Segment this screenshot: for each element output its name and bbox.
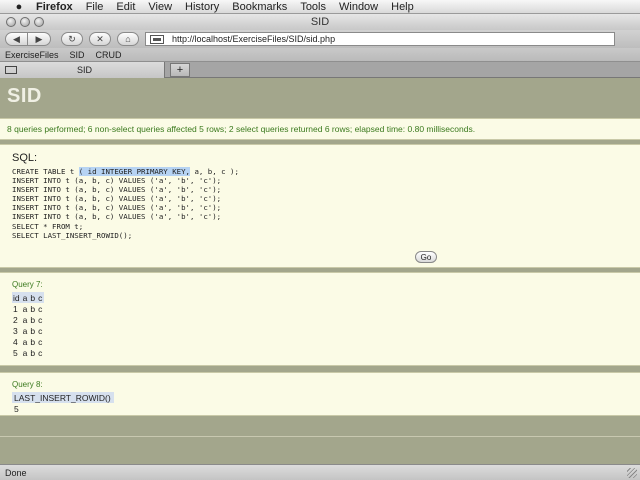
window-title: SID	[310, 16, 330, 28]
back-arrow-icon: ◀	[13, 33, 20, 44]
tab-strip: SID +	[0, 62, 640, 78]
table-cell: a	[22, 314, 28, 325]
table-cell: c	[38, 336, 43, 347]
sql-line: INSERT INTO t (a, b, c) VALUES ('a', 'b'…	[12, 176, 222, 186]
table-cell: 1	[13, 303, 18, 314]
back-forward-group: ◀ ▶	[5, 32, 51, 46]
table-cell: 2	[13, 314, 18, 325]
query-7-result-panel: Query 7: id a b c 1 a b c 2 a b c 3 a b …	[0, 272, 640, 366]
reload-button[interactable]: ↻	[61, 32, 83, 46]
table-header-row: id a b c	[12, 292, 45, 303]
table-row: 3 a b c	[12, 325, 44, 336]
query-8-label: Query 8:	[12, 380, 43, 389]
query-8-table: LAST_INSERT_ROWID() 5	[12, 392, 114, 414]
url-bar[interactable]: http://localhost/ExerciseFiles/SID/sid.p…	[145, 32, 615, 46]
page-content: SID 8 queries performed; 6 non-select qu…	[0, 78, 640, 464]
new-tab-button[interactable]: +	[170, 63, 190, 77]
sql-line: INSERT INTO t (a, b, c) VALUES ('a', 'b'…	[12, 194, 222, 204]
menu-help[interactable]: Help	[391, 1, 414, 13]
table-header-row: LAST_INSERT_ROWID()	[12, 392, 114, 403]
menu-firefox[interactable]: Firefox	[36, 1, 73, 13]
table-row: 5	[12, 403, 114, 414]
query-7-table: id a b c 1 a b c 2 a b c 3 a b c 4 a b c…	[12, 292, 45, 358]
column-header: b	[29, 292, 38, 303]
menu-window[interactable]: Window	[339, 1, 378, 13]
sql-line: INSERT INTO t (a, b, c) VALUES ('a', 'b'…	[12, 185, 222, 195]
menu-tools[interactable]: Tools	[300, 1, 326, 13]
sql-line: INSERT INTO t (a, b, c) VALUES ('a', 'b'…	[12, 212, 222, 222]
query-7-label: Query 7:	[12, 280, 43, 289]
table-cell: c	[38, 347, 43, 358]
column-header: id	[12, 292, 22, 303]
sql-panel: SQL: CREATE TABLE t ( id INTEGER PRIMARY…	[0, 144, 640, 268]
table-cell: a	[22, 336, 28, 347]
url-text[interactable]: http://localhost/ExerciseFiles/SID/sid.p…	[172, 34, 335, 44]
back-button[interactable]: ◀	[5, 32, 28, 46]
bookmarks-toolbar: ExerciseFiles SID CRUD	[0, 48, 640, 62]
table-row: 5 a b c	[12, 347, 44, 358]
page-title: SID	[7, 85, 42, 107]
resize-grip-icon[interactable]	[627, 468, 637, 478]
plus-icon: +	[176, 64, 184, 76]
sql-textarea[interactable]: CREATE TABLE t ( id INTEGER PRIMARY KEY,…	[12, 167, 239, 240]
table-cell: c	[38, 303, 43, 314]
menu-file[interactable]: File	[86, 1, 104, 13]
table-cell: a	[22, 347, 28, 358]
apple-icon[interactable]: ●	[12, 1, 26, 13]
table-row: 1 a b c	[12, 303, 44, 314]
home-button[interactable]: ⌂	[117, 32, 139, 46]
table-row: 4 a b c	[12, 336, 44, 347]
sql-label: SQL:	[12, 152, 38, 164]
bookmark-exercisefiles[interactable]: ExerciseFiles	[5, 50, 59, 60]
sql-line: INSERT INTO t (a, b, c) VALUES ('a', 'b'…	[12, 203, 222, 213]
bookmark-crud[interactable]: CRUD	[96, 50, 122, 60]
tab-title: SID	[77, 65, 93, 75]
site-favicon-icon	[150, 34, 164, 44]
query-8-result-panel: Query 8: LAST_INSERT_ROWID() 5	[0, 372, 640, 416]
home-icon: ⌂	[125, 34, 131, 44]
sql-line: SELECT * FROM t;	[12, 221, 84, 231]
stop-button[interactable]: ✕	[89, 32, 111, 46]
bookmark-sid[interactable]: SID	[70, 50, 85, 60]
table-cell: c	[38, 314, 43, 325]
column-header: c	[37, 292, 45, 303]
menu-edit[interactable]: Edit	[116, 1, 135, 13]
status-text: Done	[5, 467, 27, 478]
sql-line-1-end: a, b, c );	[190, 167, 239, 176]
forward-button[interactable]: ▶	[28, 32, 51, 46]
table-cell: 4	[13, 336, 18, 347]
query-summary: 8 queries performed; 6 non-select querie…	[0, 118, 640, 140]
table-cell: b	[30, 336, 36, 347]
table-cell: 5	[14, 403, 19, 414]
navigation-toolbar: ◀ ▶ ↻ ✕ ⌂ http://localhost/ExerciseFiles…	[0, 30, 640, 48]
sql-line: SELECT LAST_INSERT_ROWID();	[12, 230, 133, 240]
table-cell: c	[38, 325, 43, 336]
table-cell: b	[30, 314, 36, 325]
sql-line-1-start: CREATE TABLE t	[12, 167, 79, 176]
stop-icon: ✕	[96, 33, 104, 44]
forward-arrow-icon: ▶	[35, 33, 43, 44]
window-title-bar: SID	[0, 14, 640, 30]
table-cell: b	[30, 303, 36, 314]
go-button[interactable]: Go	[415, 251, 437, 263]
table-cell: b	[30, 347, 36, 358]
table-cell: b	[30, 325, 36, 336]
menu-view[interactable]: View	[148, 1, 172, 13]
tab-sid[interactable]: SID	[0, 62, 165, 78]
menu-bookmarks[interactable]: Bookmarks	[232, 1, 287, 13]
table-cell: 3	[13, 325, 18, 336]
reload-icon: ↻	[68, 33, 76, 44]
table-cell: 5	[13, 347, 18, 358]
column-header: LAST_INSERT_ROWID()	[12, 392, 114, 403]
tab-favicon-icon	[5, 66, 17, 74]
page-footer-divider	[0, 436, 640, 438]
column-header: a	[21, 292, 30, 303]
table-row: 2 a b c	[12, 314, 44, 325]
menu-bar: ● Firefox File Edit View History Bookmar…	[0, 0, 640, 14]
menu-history[interactable]: History	[185, 1, 219, 13]
sql-selected-text: ( id INTEGER PRIMARY KEY,	[78, 167, 190, 176]
table-cell: a	[22, 303, 28, 314]
status-bar: Done	[0, 464, 640, 480]
table-cell: a	[22, 325, 28, 336]
